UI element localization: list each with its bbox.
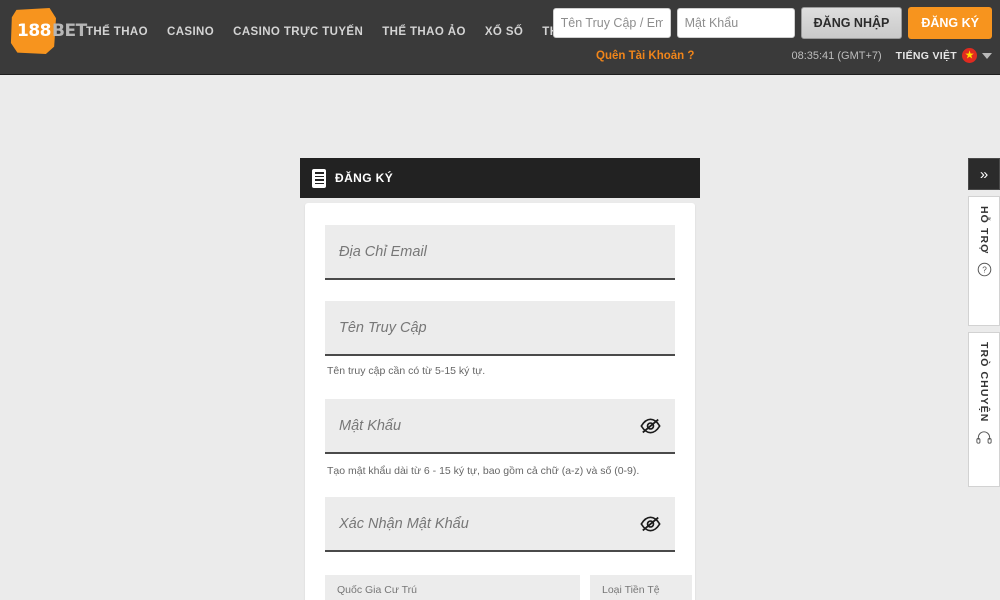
sidebar-item-chat-label: TRÒ CHUYỆN [978,342,990,423]
email-field[interactable]: Địa Chỉ Email [325,225,675,280]
username-field[interactable]: Tên Truy Cập [325,301,675,356]
confirm-password-field[interactable]: Xác Nhận Mật Khẩu [325,497,675,552]
header-password-input[interactable] [676,8,795,38]
main-navigation: THỂ THAO CASINO CASINO TRỰC TUYẾN THỂ TH… [86,22,594,38]
username-field-placeholder: Tên Truy Cập [339,319,427,336]
forgot-account-link[interactable]: Quên Tài Khoản ? [596,50,694,62]
register-form-card: Địa Chỉ Email Tên Truy Cập Tên truy cập … [305,203,695,600]
right-side-panel: » HỖ TRỢ ? TRÒ CHUYỆN [966,158,1000,487]
page-title: ĐĂNG KÝ [335,171,394,185]
sidebar-item-chat[interactable]: TRÒ CHUYỆN [968,332,1000,487]
password-helper-text: Tạo mật khẩu dài từ 6 - 15 ký tự, bao gồ… [327,465,640,477]
logo-text-bet: BET [52,21,87,41]
question-circle-icon: ? [977,262,992,282]
toggle-confirm-password-visibility-icon[interactable] [640,516,661,532]
nav-item-the-thao-ao[interactable]: THỂ THAO ẢO [382,26,466,38]
username-helper-text: Tên truy cập cần có từ 5-15 ký tự. [327,365,486,377]
country-select-label: Quốc Gia Cư Trú [337,584,417,596]
currency-select[interactable]: Loại Tiền Tệ VND [590,575,692,600]
headset-icon [976,430,992,450]
top-header-bar: 188 BET THỂ THAO CASINO CASINO TRỰC TUYẾ… [0,0,1000,75]
nav-item-casino-truc-tuyen[interactable]: CASINO TRỰC TUYẾN [233,26,363,38]
email-field-placeholder: Địa Chỉ Email [339,243,427,260]
header-username-input[interactable] [552,8,671,38]
language-selector[interactable]: TIẾNG VIỆT [896,48,992,63]
language-label: TIẾNG VIỆT [895,49,957,62]
site-logo[interactable]: 188 BET [10,8,87,54]
nav-item-xo-so[interactable]: XỔ SỐ [485,26,523,38]
password-field[interactable]: Mật Khẩu [325,399,675,454]
vietnam-flag-icon [962,48,977,63]
chevron-down-icon [982,52,992,59]
page-content: ĐĂNG KÝ Địa Chỉ Email Tên Truy Cập Tên t… [0,75,1000,600]
currency-select-label: Loại Tiền Tệ [602,584,660,596]
sidebar-collapse-button[interactable]: » [968,158,1000,190]
nav-item-the-thao[interactable]: THỂ THAO [86,26,148,38]
register-button[interactable]: ĐĂNG KÝ [908,7,992,39]
confirm-password-field-placeholder: Xác Nhận Mật Khẩu [339,515,469,532]
nav-item-casino[interactable]: CASINO [167,26,214,38]
password-field-placeholder: Mật Khẩu [339,417,402,434]
sidebar-item-support-label: HỖ TRỢ [978,206,990,255]
double-chevron-right-icon: » [979,165,989,183]
account-login-group: ĐĂNG NHẬP ĐĂNG KÝ [552,7,1000,39]
svg-text:?: ? [982,266,987,275]
toggle-password-visibility-icon[interactable] [640,418,661,434]
sidebar-item-support[interactable]: HỖ TRỢ ? [968,196,1000,326]
register-card-header: ĐĂNG KÝ [300,158,700,198]
logo-text-188: 188 [17,21,52,41]
document-icon [312,168,326,188]
server-clock: 08:35:41 (GMT+7) [791,49,882,62]
header-status-row: 08:35:41 (GMT+7) TIẾNG VIỆT [791,48,992,63]
login-button[interactable]: ĐĂNG NHẬP [800,7,903,39]
country-select[interactable]: Quốc Gia Cư Trú Vietnam [325,575,580,600]
